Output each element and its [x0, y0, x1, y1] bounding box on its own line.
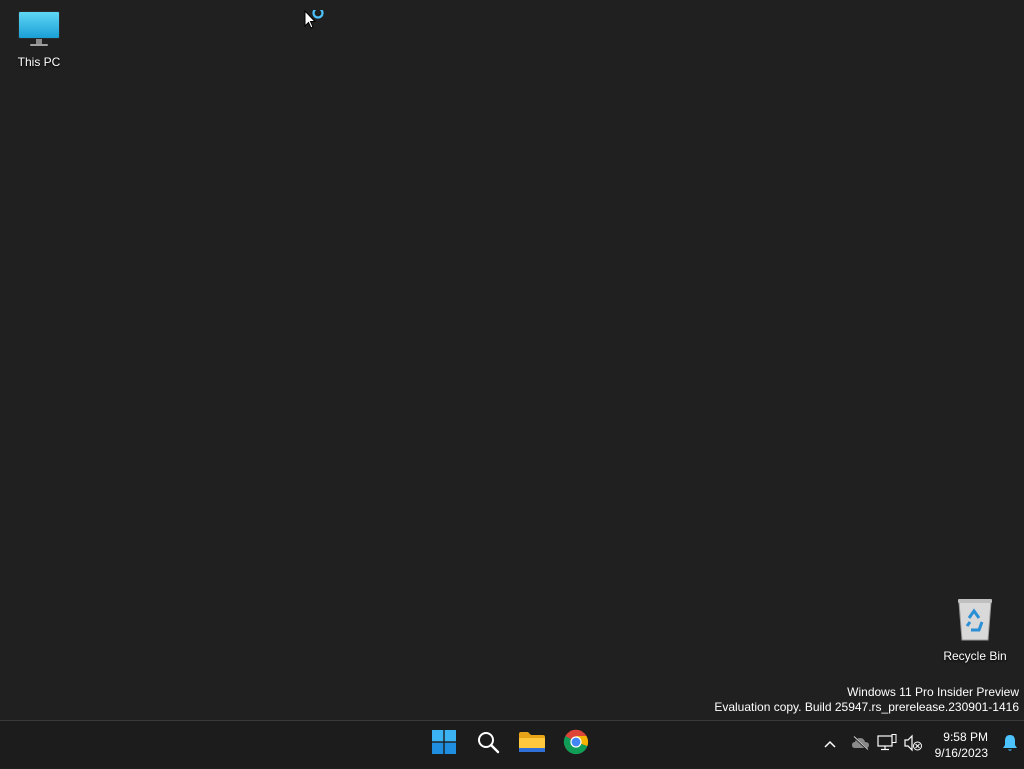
system-tray: 9:58 PM 9/16/2023: [815, 721, 1024, 769]
desktop[interactable]: This PC Recycle Bin Windows 11 Pro Insid…: [0, 0, 1024, 720]
chrome-button[interactable]: [556, 724, 596, 764]
bell-icon: [1002, 734, 1018, 757]
taskbar-apps: [424, 724, 596, 764]
chrome-icon: [563, 729, 589, 760]
tray-status-icons[interactable]: [845, 733, 929, 757]
desktop-icon-recycle-bin[interactable]: Recycle Bin: [937, 596, 1013, 663]
taskbar: 9:58 PM 9/16/2023: [0, 720, 1024, 768]
show-hidden-icons-button[interactable]: [815, 725, 845, 765]
folder-icon: [518, 730, 546, 759]
monitor-icon: [17, 8, 61, 51]
mouse-cursor-busy-icon: [304, 7, 330, 37]
watermark-build: Evaluation copy. Build 25947.rs_prerelea…: [714, 700, 1019, 714]
recycle-bin-icon: [955, 596, 995, 645]
volume-muted-icon[interactable]: [903, 734, 923, 757]
windows-watermark: Windows 11 Pro Insider Preview Evaluatio…: [714, 685, 1019, 715]
search-button[interactable]: [468, 724, 508, 764]
watermark-edition: Windows 11 Pro Insider Preview: [847, 685, 1019, 699]
clock[interactable]: 9:58 PM 9/16/2023: [929, 725, 996, 765]
start-button[interactable]: [424, 724, 464, 764]
onedrive-offline-icon[interactable]: [851, 735, 871, 756]
desktop-icon-label: Recycle Bin: [943, 649, 1007, 663]
windows-start-icon: [432, 729, 456, 759]
desktop-icon-label: This PC: [17, 55, 61, 69]
clock-time: 9:58 PM: [943, 730, 988, 744]
notifications-button[interactable]: [996, 725, 1024, 765]
desktop-icon-this-pc[interactable]: This PC: [1, 8, 77, 69]
clock-date: 9/16/2023: [934, 746, 988, 760]
file-explorer-button[interactable]: [512, 724, 552, 764]
search-icon: [476, 730, 500, 759]
chevron-up-icon: [823, 736, 837, 754]
network-icon[interactable]: [877, 733, 897, 757]
